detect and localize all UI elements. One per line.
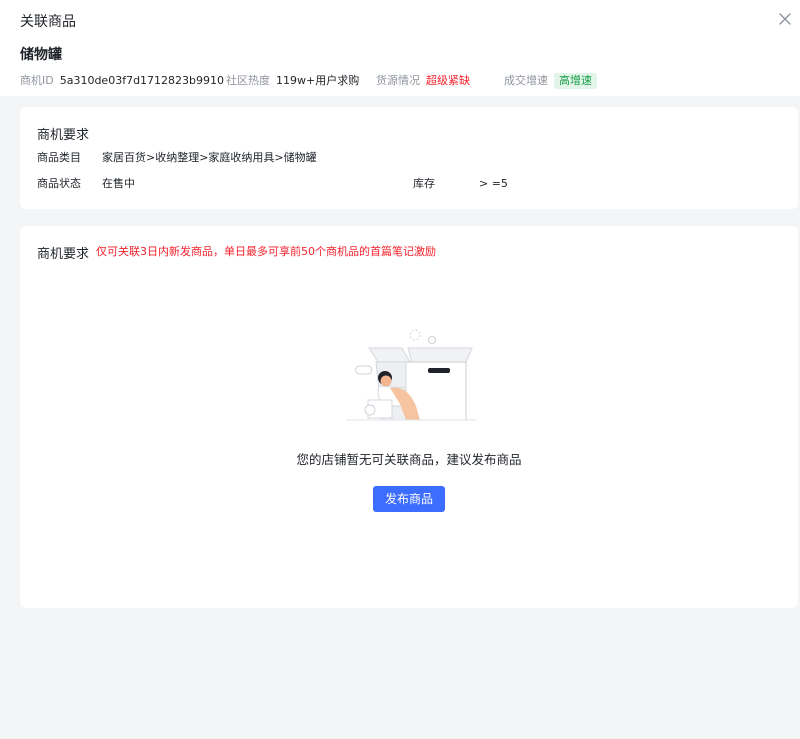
community-heat-value: 119w+用户求购: [276, 74, 360, 87]
category-label: 商品类目: [37, 151, 81, 164]
product-name: 储物罐: [20, 47, 62, 63]
deal-growth-badge: 高增速: [554, 73, 597, 89]
modal-header: 关联商品 储物罐 商机ID 5a310de03f7d1712823b9910 社区…: [0, 0, 800, 96]
publish-product-button[interactable]: 发布商品: [373, 486, 445, 512]
supply-status-label: 货源情况: [376, 74, 420, 87]
requirements-card: 商机要求 商品类目 家居百货>收纳整理>家庭收纳用具>储物罐 商品状态 在售中 …: [20, 107, 798, 209]
category-value: 家居百货>收纳整理>家庭收纳用具>储物罐: [102, 151, 317, 164]
stock-label: 库存: [413, 177, 435, 190]
link-product-modal: 关联商品 储物罐 商机ID 5a310de03f7d1712823b9910 社区…: [0, 0, 800, 739]
requirements-title: 商机要求: [37, 128, 90, 143]
empty-box-illustration: [346, 326, 476, 426]
empty-state-message: 您的店铺暂无可关联商品，建议发布商品: [296, 452, 522, 467]
opportunity-id-label: 商机ID: [20, 74, 54, 87]
incentive-note: 仅可关联3日内新发商品，单日最多可享前50个商机品的首篇笔记激励: [96, 245, 436, 258]
status-label: 商品状态: [37, 177, 81, 190]
modal-title: 关联商品: [20, 14, 76, 30]
related-products-card: 商机要求 仅可关联3日内新发商品，单日最多可享前50个商机品的首篇笔记激励 您的…: [20, 226, 798, 608]
deal-growth-label: 成交增速: [504, 74, 548, 87]
deal-growth: 成交增速 高增速: [504, 72, 597, 90]
close-icon[interactable]: [776, 10, 794, 28]
related-products-title: 商机要求: [37, 247, 90, 262]
opportunity-id: 商机ID 5a310de03f7d1712823b9910: [20, 72, 224, 90]
community-heat-label: 社区热度: [226, 74, 270, 87]
status-value: 在售中: [102, 177, 135, 190]
community-heat: 社区热度 119w+用户求购: [226, 72, 359, 90]
stock-value: > =5: [479, 177, 508, 190]
opportunity-id-value: 5a310de03f7d1712823b9910: [59, 74, 225, 87]
supply-status: 货源情况 超级紧缺: [376, 72, 470, 90]
supply-status-badge: 超级紧缺: [426, 74, 470, 87]
